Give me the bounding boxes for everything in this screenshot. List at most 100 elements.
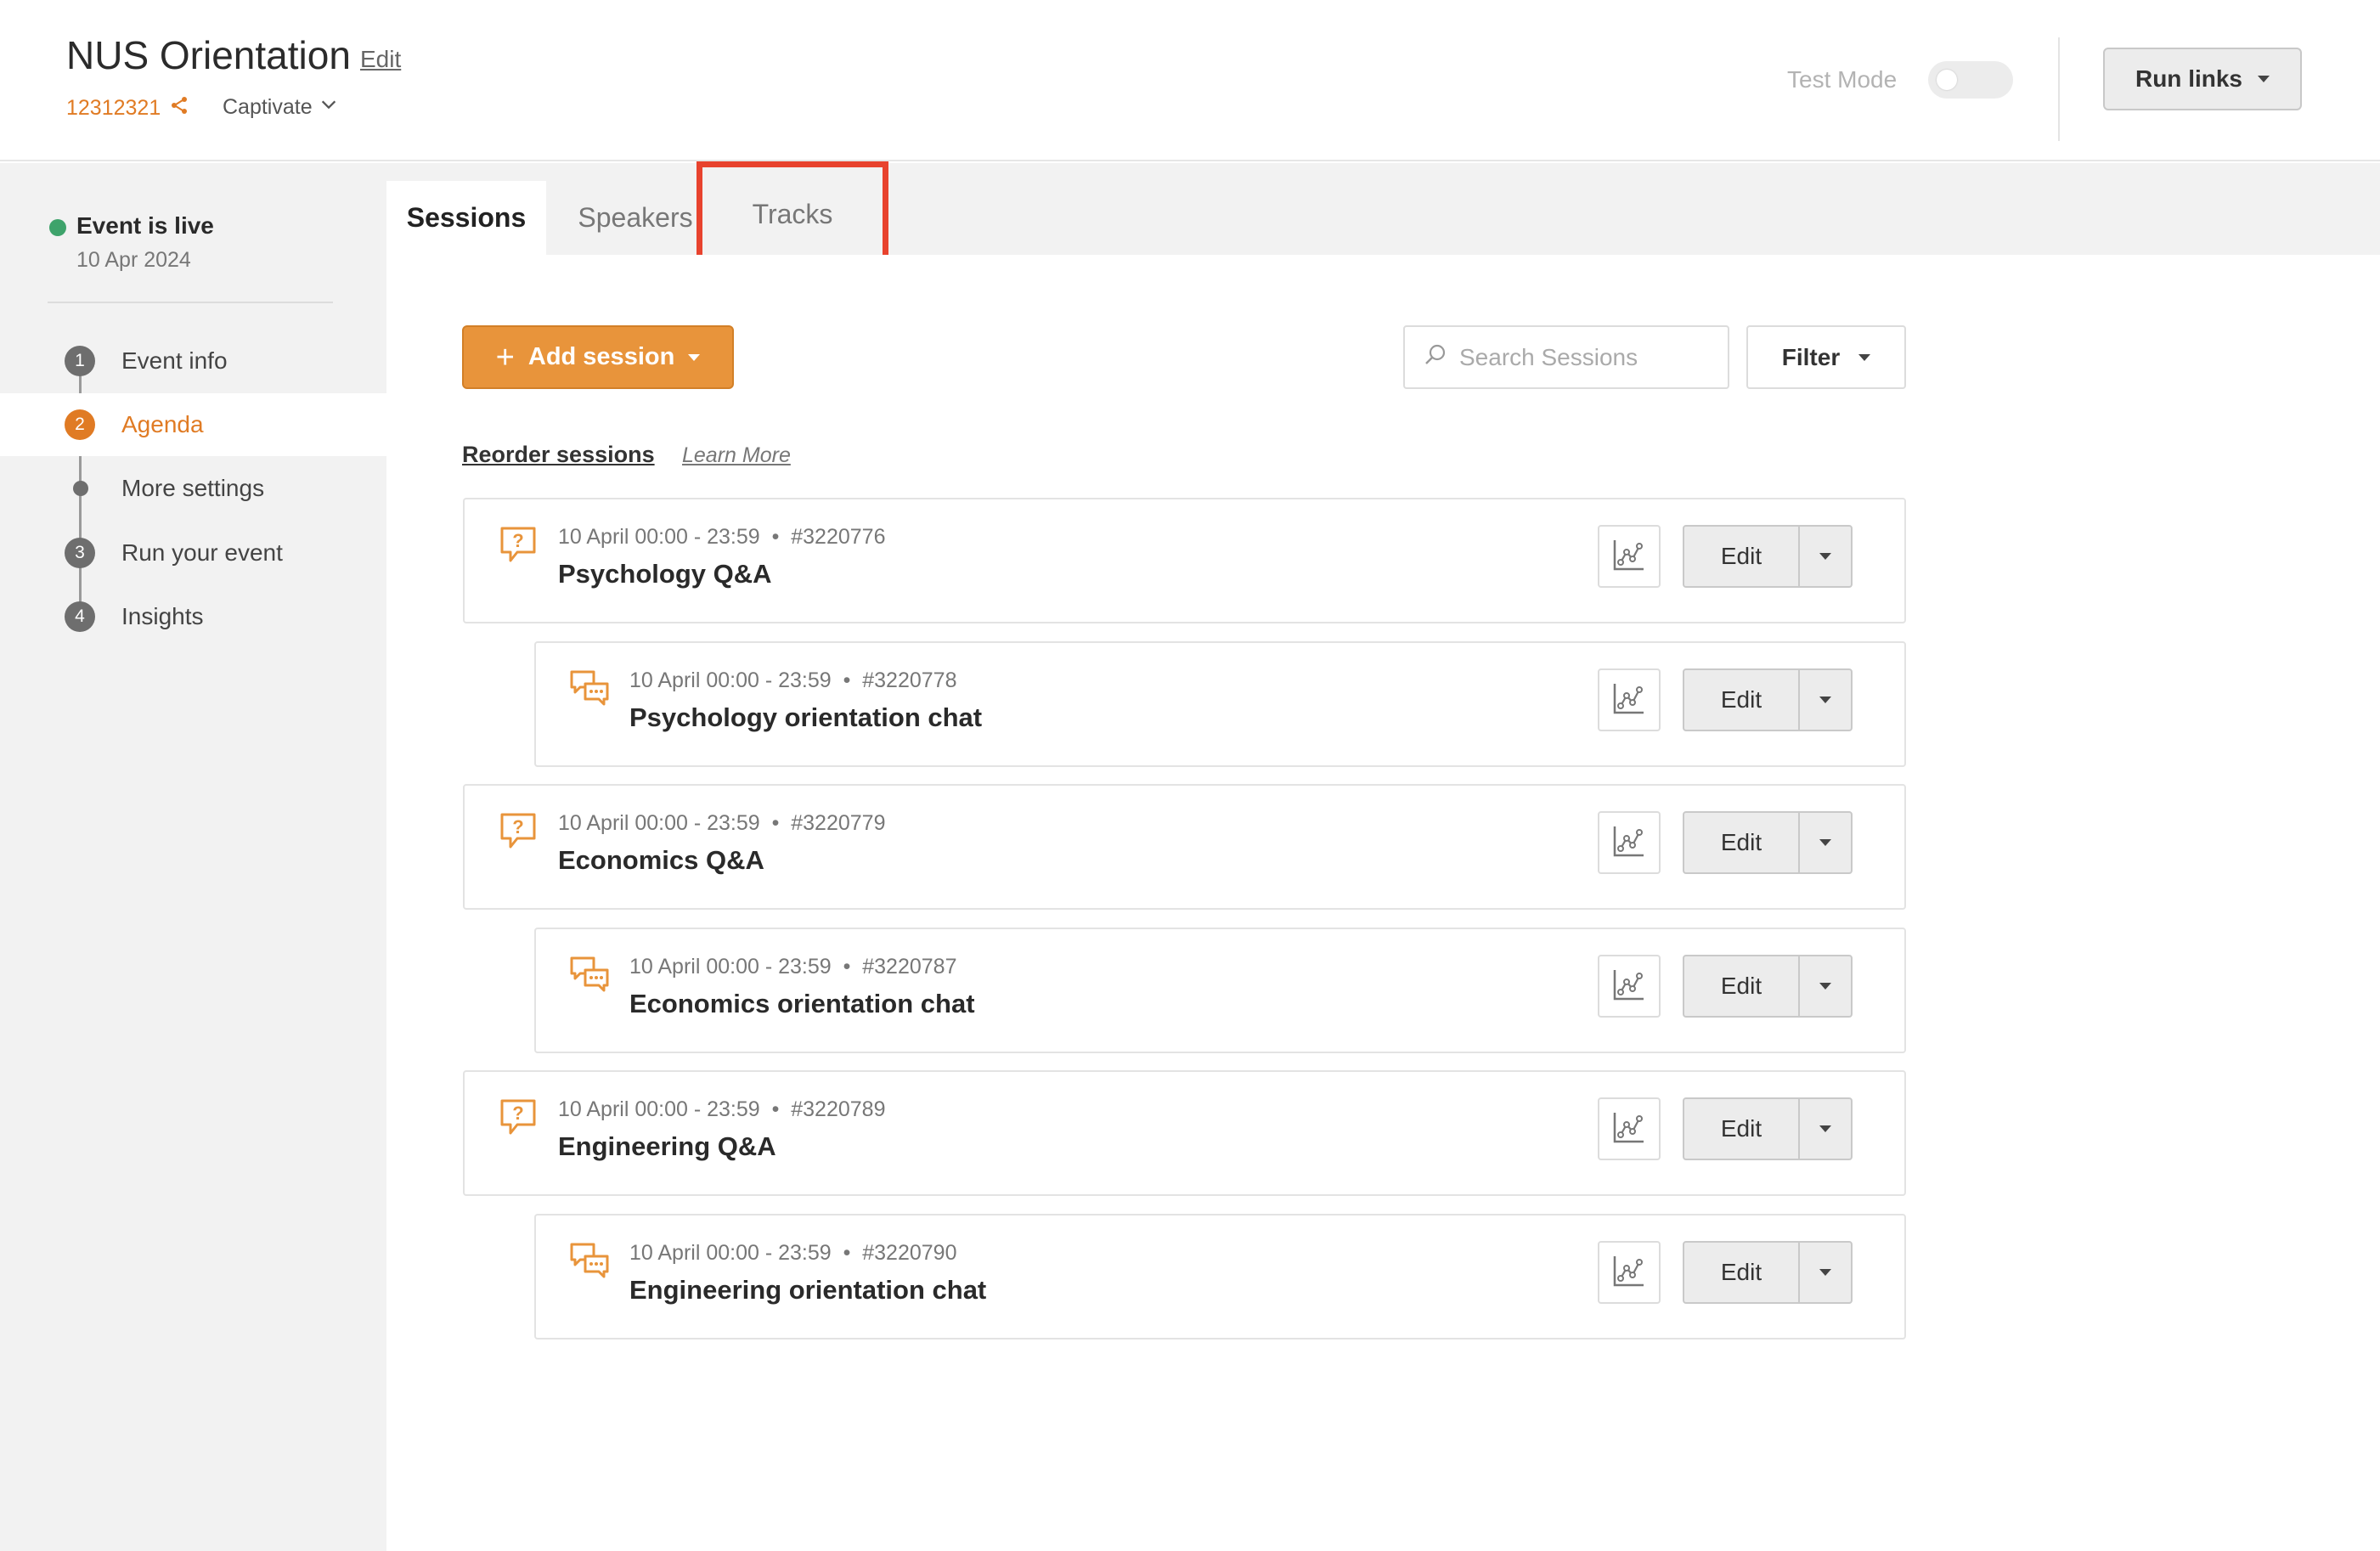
edit-split-button: Edit [1683, 668, 1853, 731]
tab-speakers[interactable]: Speakers [559, 181, 712, 255]
add-session-button[interactable]: + Add session [462, 325, 734, 389]
step-badge: 4 [65, 601, 95, 632]
caret-down-icon [1819, 1269, 1831, 1276]
chart-icon [1611, 1109, 1647, 1149]
reorder-sessions-link[interactable]: Reorder sessions [462, 442, 655, 468]
tab-sessions[interactable]: Sessions [386, 181, 546, 255]
event-date: 10 Apr 2024 [76, 248, 191, 272]
edit-split-button: Edit [1683, 1241, 1853, 1304]
edit-session-button[interactable]: Edit [1684, 527, 1800, 586]
question-bubble-icon: ? [497, 1096, 539, 1138]
edit-session-button[interactable]: Edit [1684, 813, 1800, 872]
sidebar-item-insights[interactable]: 4 Insights [0, 585, 386, 648]
analytics-button[interactable] [1598, 811, 1661, 874]
product-dropdown[interactable]: Captivate [223, 95, 338, 120]
edit-options-dropdown[interactable] [1800, 1099, 1851, 1159]
event-id[interactable]: 12312321 [66, 95, 189, 121]
analytics-button[interactable] [1598, 955, 1661, 1018]
chart-icon [1611, 1253, 1647, 1293]
chart-icon [1611, 823, 1647, 863]
share-icon[interactable] [169, 95, 189, 121]
session-card[interactable]: 10 April 00:00 - 23:59 • #3220787 Econom… [534, 928, 1906, 1053]
analytics-button[interactable] [1598, 1097, 1661, 1160]
svg-text:?: ? [512, 816, 523, 838]
edit-split-button: Edit [1683, 955, 1853, 1018]
session-meta: 10 April 00:00 - 23:59 • #3220779 [558, 811, 886, 835]
session-title: Economics orientation chat [629, 989, 975, 1018]
edit-options-dropdown[interactable] [1800, 956, 1851, 1016]
session-title: Engineering Q&A [558, 1131, 776, 1161]
chevron-down-icon [319, 95, 338, 120]
session-card[interactable]: ? 10 April 00:00 - 23:59 • #3220779 Econ… [463, 784, 1906, 910]
sidebar-item-more-settings[interactable]: More settings [0, 457, 386, 520]
filter-button[interactable]: Filter [1746, 325, 1906, 389]
substep-dot [73, 481, 88, 496]
header: NUS Orientation Edit 12312321 Captivate … [0, 0, 2380, 161]
learn-more-link[interactable]: Learn More [682, 443, 791, 468]
step-badge: 3 [65, 538, 95, 568]
analytics-button[interactable] [1598, 668, 1661, 731]
session-card[interactable]: 10 April 00:00 - 23:59 • #3220790 Engine… [534, 1214, 1906, 1340]
run-links-button[interactable]: Run links [2103, 48, 2302, 110]
search-box[interactable] [1403, 325, 1729, 389]
session-title: Psychology orientation chat [629, 702, 983, 732]
chat-bubbles-icon [568, 667, 611, 709]
caret-down-icon [1858, 353, 1871, 361]
sidebar-item-label: Agenda [121, 411, 204, 437]
analytics-button[interactable] [1598, 525, 1661, 588]
edit-session-button[interactable]: Edit [1684, 670, 1800, 730]
sidebar-item-label: Run your event [121, 539, 283, 566]
edit-session-button[interactable]: Edit [1684, 1243, 1800, 1302]
session-card[interactable]: ? 10 April 00:00 - 23:59 • #3220776 Psyc… [463, 498, 1906, 623]
sidebar-item-agenda[interactable]: 2 Agenda [0, 393, 386, 456]
tab-tracks[interactable]: Tracks [697, 161, 888, 267]
session-title: Economics Q&A [558, 845, 764, 875]
caret-down-icon [688, 353, 701, 361]
sidebar-item-run-your-event[interactable]: 3 Run your event [0, 522, 386, 584]
run-links-label: Run links [2135, 65, 2242, 92]
sidebar-item-event-info[interactable]: 1 Event info [0, 330, 386, 392]
session-card[interactable]: 10 April 00:00 - 23:59 • #3220778 Psycho… [534, 641, 1906, 767]
test-mode-toggle[interactable] [1928, 61, 2013, 99]
step-badge: 1 [65, 346, 95, 376]
edit-split-button: Edit [1683, 525, 1853, 588]
session-meta: 10 April 00:00 - 23:59 • #3220790 [629, 1241, 957, 1265]
chat-bubbles-icon [568, 953, 611, 995]
session-meta: 10 April 00:00 - 23:59 • #3220789 [558, 1097, 886, 1121]
edit-split-button: Edit [1683, 811, 1853, 874]
sidebar-divider [48, 302, 333, 303]
plus-icon: + [495, 339, 515, 375]
chart-icon [1611, 680, 1647, 720]
session-card[interactable]: ? 10 April 00:00 - 23:59 • #3220789 Engi… [463, 1070, 1906, 1196]
step-badge: 2 [65, 409, 95, 440]
filter-label: Filter [1781, 343, 1841, 370]
header-divider [2058, 37, 2060, 141]
caret-down-icon [2258, 76, 2270, 82]
edit-options-dropdown[interactable] [1800, 1243, 1851, 1302]
search-icon [1422, 342, 1447, 372]
session-meta: 10 April 00:00 - 23:59 • #3220787 [629, 955, 957, 979]
question-bubble-icon: ? [497, 809, 539, 852]
caret-down-icon [1819, 1125, 1831, 1132]
edit-options-dropdown[interactable] [1800, 670, 1851, 730]
search-input[interactable] [1459, 343, 1714, 371]
session-title: Psychology Q&A [558, 559, 772, 589]
edit-options-dropdown[interactable] [1800, 527, 1851, 586]
event-id-text: 12312321 [66, 96, 161, 120]
edit-session-button[interactable]: Edit [1684, 956, 1800, 1016]
toggle-knob [1937, 70, 1957, 90]
edit-options-dropdown[interactable] [1800, 813, 1851, 872]
svg-text:?: ? [512, 1103, 523, 1124]
edit-session-button[interactable]: Edit [1684, 1099, 1800, 1159]
question-bubble-icon: ? [497, 523, 539, 566]
product-label: Captivate [223, 95, 313, 119]
session-meta: 10 April 00:00 - 23:59 • #3220776 [558, 525, 886, 549]
session-title: Engineering orientation chat [629, 1275, 987, 1305]
caret-down-icon [1819, 839, 1831, 846]
caret-down-icon [1819, 697, 1831, 703]
sidebar-item-label: Event info [121, 347, 228, 374]
analytics-button[interactable] [1598, 1241, 1661, 1304]
add-session-label: Add session [527, 343, 675, 370]
edit-event-link[interactable]: Edit [360, 46, 401, 73]
edit-split-button: Edit [1683, 1097, 1853, 1160]
